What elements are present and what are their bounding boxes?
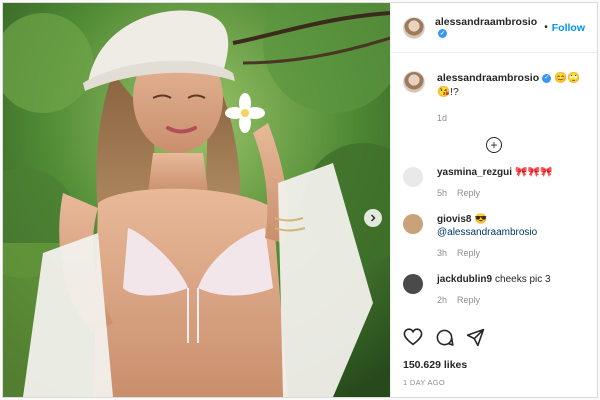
- comment-text: 😎: [474, 214, 487, 225]
- comment-username[interactable]: yasmina_rezgui: [437, 167, 512, 178]
- like-button[interactable]: [403, 328, 423, 347]
- heart-icon: [403, 328, 423, 346]
- commenter-avatar[interactable]: [403, 167, 423, 187]
- likes-count[interactable]: 150.629 likes: [403, 359, 467, 371]
- caption-avatar[interactable]: [403, 71, 425, 93]
- comment-meta: 2h Reply: [437, 294, 551, 307]
- author-username[interactable]: alessandraambrosio✓: [435, 16, 540, 40]
- follow-button[interactable]: Follow: [552, 22, 585, 34]
- verified-badge-icon: ✓: [542, 73, 552, 83]
- comment-body: yasmina_rezgui 🎀🎀🎀 5h Reply: [437, 166, 552, 200]
- separator-dot: •: [544, 22, 548, 33]
- instagram-post: alessandraambrosio✓ • Follow alessandraa…: [2, 2, 598, 398]
- comment-button[interactable]: [435, 328, 454, 347]
- comment-body: giovis8 😎 @alessandraambrosio 3h Reply: [437, 213, 585, 260]
- caption-body: alessandraambrosio ✓ 😊🙄😘!? 1d: [437, 71, 585, 125]
- comment-text: 🎀🎀🎀: [515, 167, 553, 178]
- comment-meta: 5h Reply: [437, 187, 552, 200]
- post-photo[interactable]: [3, 3, 390, 397]
- comment-item: giovis8 😎 @alessandraambrosio 3h Reply: [403, 213, 585, 260]
- comment-age: 2h: [437, 295, 448, 305]
- author-avatar[interactable]: [403, 16, 425, 39]
- comment-item: jackdublin9 cheeks pic 3 2h Reply: [403, 273, 585, 307]
- comment-mention-link[interactable]: @alessandraambrosio: [437, 227, 537, 238]
- paper-plane-icon: [466, 328, 485, 347]
- post-caption: alessandraambrosio ✓ 😊🙄😘!? 1d: [403, 54, 585, 125]
- comment-username[interactable]: giovis8: [437, 214, 471, 225]
- reply-button[interactable]: Reply: [457, 248, 480, 258]
- comments-list[interactable]: alessandraambrosio ✓ 😊🙄😘!? 1d + yasmina_r…: [391, 54, 597, 320]
- comment-meta: 3h Reply: [437, 247, 585, 260]
- caption-username[interactable]: alessandraambrosio: [437, 72, 539, 84]
- verified-badge-icon: ✓: [438, 29, 447, 39]
- post-header: alessandraambrosio✓ • Follow: [391, 3, 597, 53]
- post-timestamp[interactable]: 1 DAY AGO: [403, 378, 445, 387]
- chevron-right-icon: [371, 214, 376, 222]
- load-more-comments[interactable]: +: [403, 137, 585, 153]
- reply-button[interactable]: Reply: [457, 295, 480, 305]
- reply-button[interactable]: Reply: [457, 188, 480, 198]
- comment-text: cheeks pic 3: [495, 274, 551, 285]
- post-side-panel: alessandraambrosio✓ • Follow alessandraa…: [390, 3, 597, 397]
- comment-age: 3h: [437, 248, 448, 258]
- caption-age: 1d: [437, 113, 448, 123]
- comment-item: yasmina_rezgui 🎀🎀🎀 5h Reply: [403, 166, 585, 200]
- next-photo-button[interactable]: [364, 209, 382, 227]
- plus-circle-icon: +: [486, 137, 502, 153]
- comment-age: 5h: [437, 188, 448, 198]
- share-button[interactable]: [466, 328, 485, 347]
- post-actions: [403, 328, 485, 347]
- commenter-avatar[interactable]: [403, 274, 423, 294]
- comment-body: jackdublin9 cheeks pic 3 2h Reply: [437, 273, 551, 307]
- comment-bubble-icon: [436, 329, 454, 346]
- photo-illustration: [3, 3, 390, 397]
- author-username-text: alessandraambrosio: [435, 15, 538, 28]
- comment-username[interactable]: jackdublin9: [437, 274, 492, 285]
- commenter-avatar[interactable]: [403, 214, 423, 234]
